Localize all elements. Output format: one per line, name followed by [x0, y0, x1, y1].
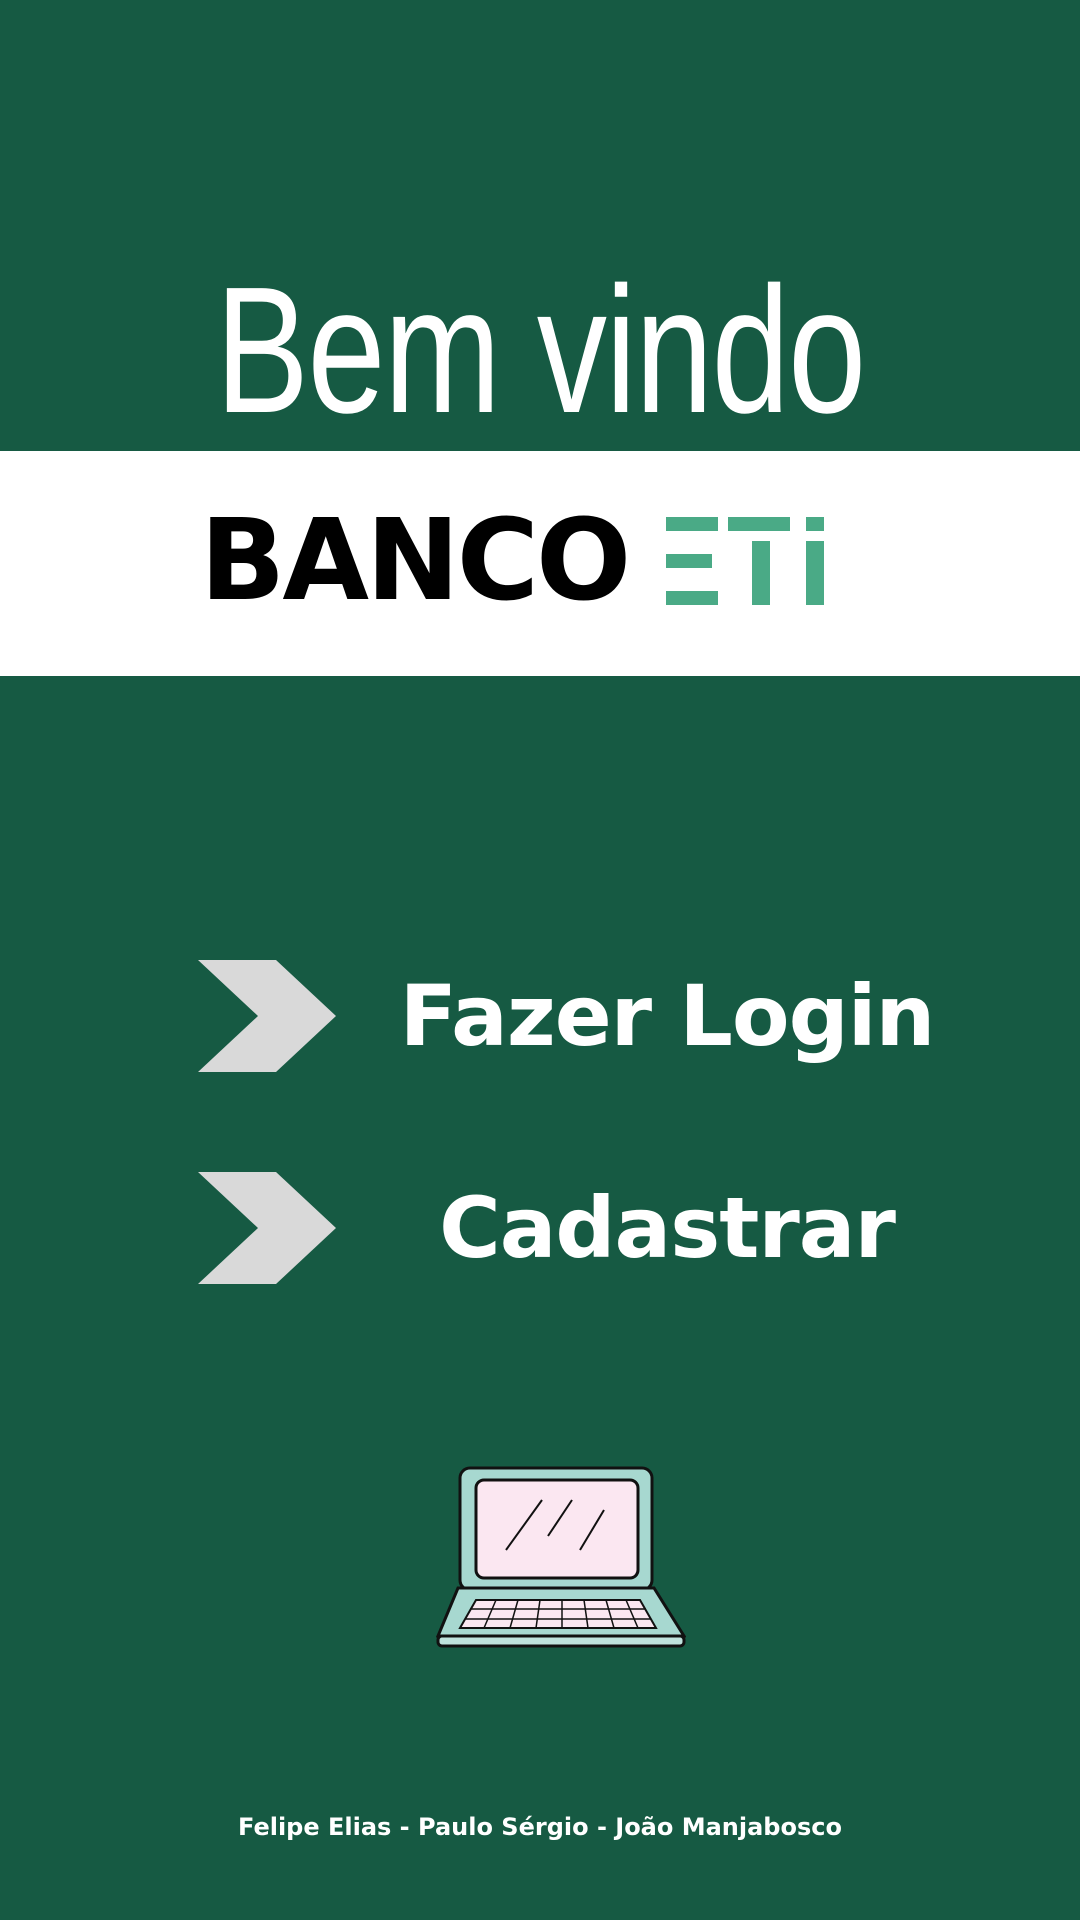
brand-logo: BANCO — [200, 501, 830, 621]
chevron-right-icon — [198, 960, 336, 1072]
register-button[interactable]: Cadastrar — [198, 1172, 938, 1284]
laptop-icon — [436, 1466, 686, 1648]
eti-logo-mark — [666, 517, 825, 605]
brand-banner: BANCO — [0, 451, 1080, 676]
login-button[interactable]: Fazer Login — [198, 960, 938, 1072]
register-label: Cadastrar — [439, 1179, 896, 1277]
credits: Felipe Elias - Paulo Sérgio - João Manja… — [238, 1813, 842, 1841]
brand-name: BANCO — [200, 496, 631, 626]
page-title: Bem vindo — [215, 249, 866, 451]
login-label: Fazer Login — [399, 967, 936, 1065]
chevron-right-icon — [198, 1172, 336, 1284]
